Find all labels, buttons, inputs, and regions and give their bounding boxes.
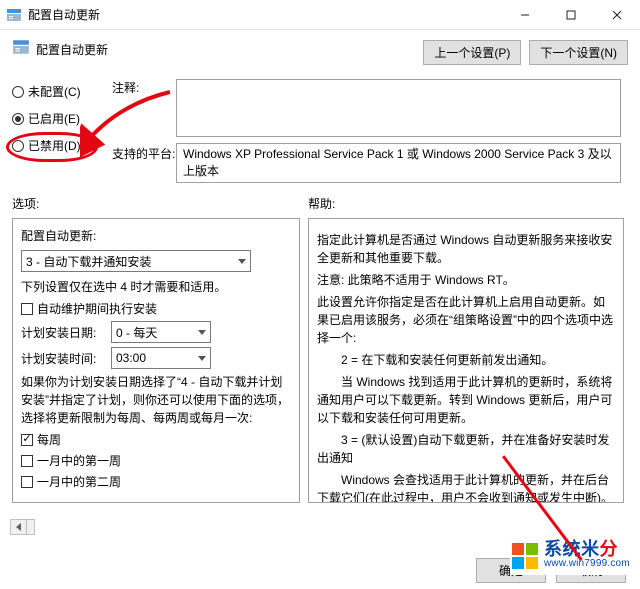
help-panel[interactable]: 指定此计算机是否通过 Windows 自动更新服务来接收安全更新和其他重要下载。… [308, 218, 624, 503]
help-p3: 此设置允许你指定是否在此计算机上启用自动更新。如果已启用该服务，必须在“组策略设… [317, 293, 615, 347]
checkbox-icon [21, 455, 33, 467]
setting-nav-buttons: 上一个设置(P) 下一个设置(N) [423, 40, 628, 65]
checkbox-maintenance-install[interactable]: 自动维护期间执行安装 [21, 300, 291, 317]
install-time-row: 计划安装时间: 03:00 [21, 347, 291, 369]
checkbox-label: 每周 [37, 431, 61, 448]
radio-icon [12, 113, 24, 125]
checkbox-every-week[interactable]: 每周 [21, 431, 291, 448]
install-day-row: 计划安装日期: 0 - 每天 [21, 321, 291, 343]
radio-enabled[interactable]: 已启用(E) [12, 110, 112, 127]
supported-on-label: 支持的平台: [112, 143, 176, 183]
radio-disabled[interactable]: 已禁用(D) [12, 137, 112, 154]
window-buttons [502, 0, 640, 29]
previous-setting-button[interactable]: 上一个设置(P) [423, 40, 521, 65]
brand-name: 系统米分 [544, 540, 630, 559]
radio-icon [12, 140, 24, 152]
policy-icon [6, 7, 22, 23]
select-value: 3 - 自动下载并通知安装 [26, 253, 151, 270]
install-time-select[interactable]: 03:00 [111, 347, 211, 369]
state-and-meta: 未配置(C) 已启用(E) 已禁用(D) 注释: 支持的平台: [12, 79, 628, 183]
state-radio-group: 未配置(C) 已启用(E) 已禁用(D) [12, 79, 112, 183]
maximize-button[interactable] [548, 0, 594, 29]
configure-auto-updates-label: 配置自动更新: [21, 227, 291, 244]
select-value: 03:00 [116, 351, 146, 365]
window-title: 配置自动更新 [28, 6, 502, 23]
titlebar: 配置自动更新 [0, 0, 640, 30]
mode4-description: 如果你为计划安装日期选择了“4 - 自动下载并计划安装”并指定了计划，则你还可以… [21, 373, 291, 427]
help-p1: 指定此计算机是否通过 Windows 自动更新服务来接收安全更新和其他重要下载。 [317, 231, 615, 267]
checkbox-second-week[interactable]: 一月中的第二周 [21, 473, 291, 490]
checkbox-label: 一月中的第一周 [37, 452, 121, 469]
radio-not-configured[interactable]: 未配置(C) [12, 83, 112, 100]
ok-button[interactable]: 确定 [476, 558, 546, 583]
help-p4: 2 = 在下载和安装任何更新前发出通知。 [317, 351, 615, 369]
help-label: 帮助: [308, 195, 335, 212]
chevron-down-icon [198, 330, 206, 335]
header-row: 配置自动更新 上一个设置(P) 下一个设置(N) [12, 38, 628, 65]
install-day-label: 计划安装日期: [21, 324, 105, 341]
comment-textarea[interactable] [176, 79, 621, 137]
policy-icon [12, 38, 30, 61]
install-day-select[interactable]: 0 - 每天 [111, 321, 211, 343]
chevron-down-icon [198, 356, 206, 361]
dialog-title: 配置自动更新 [36, 41, 108, 58]
checkbox-icon [21, 434, 33, 446]
help-p2: 注意: 此策略不适用于 Windows RT。 [317, 271, 615, 289]
next-setting-button[interactable]: 下一个设置(N) [529, 40, 628, 65]
radio-label: 已禁用(D) [28, 137, 81, 154]
radio-icon [12, 86, 24, 98]
help-p5: 当 Windows 找到适用于此计算机的更新时，系统将通知用户可以下载更新。转到… [317, 373, 615, 427]
meta-column: 注释: 支持的平台: Windows XP Professional Servi… [112, 79, 628, 183]
options-label: 选项: [12, 195, 308, 212]
content-area: 配置自动更新 上一个设置(P) 下一个设置(N) 未配置(C) 已启用(E) [0, 30, 640, 503]
supported-on-text: Windows XP Professional Service Pack 1 或… [176, 143, 621, 183]
chevron-down-icon [238, 259, 246, 264]
panel-labels: 选项: 帮助: [12, 195, 628, 212]
checkbox-label: 自动维护期间执行安装 [37, 300, 157, 317]
comment-label: 注释: [112, 79, 176, 141]
checkbox-icon [21, 303, 33, 315]
options-panel[interactable]: 配置自动更新: 3 - 自动下载并通知安装 下列设置仅在选中 4 时才需要和适用… [12, 218, 300, 503]
dialog-footer-buttons: 确定 取消 [476, 558, 626, 583]
minimize-button[interactable] [502, 0, 548, 29]
cancel-button[interactable]: 取消 [556, 558, 626, 583]
horizontal-scrollbar-stub[interactable] [10, 519, 35, 535]
radio-label: 已启用(E) [28, 110, 80, 127]
help-p6: 3 = (默认设置)自动下载更新，并在准备好安装时发出通知 [317, 431, 615, 467]
dialog-header: 配置自动更新 [12, 38, 108, 61]
mode4-note: 下列设置仅在选中 4 时才需要和适用。 [21, 278, 291, 296]
update-mode-select[interactable]: 3 - 自动下载并通知安装 [21, 250, 251, 272]
scroll-left-arrow-icon [11, 520, 27, 534]
checkbox-first-week[interactable]: 一月中的第一周 [21, 452, 291, 469]
checkbox-icon [21, 476, 33, 488]
help-p7: Windows 会查找适用于此计算机的更新，并在后台下载它们(在此过程中，用户不… [317, 471, 615, 503]
close-button[interactable] [594, 0, 640, 29]
radio-label: 未配置(C) [28, 83, 81, 100]
checkbox-label: 一月中的第二周 [37, 473, 121, 490]
select-value: 0 - 每天 [116, 324, 157, 341]
panels: 配置自动更新: 3 - 自动下载并通知安装 下列设置仅在选中 4 时才需要和适用… [12, 218, 628, 503]
install-time-label: 计划安装时间: [21, 350, 105, 367]
window-root: 配置自动更新 配置自动更新 上一个设置(P) 下一个设置(N) [0, 0, 640, 589]
